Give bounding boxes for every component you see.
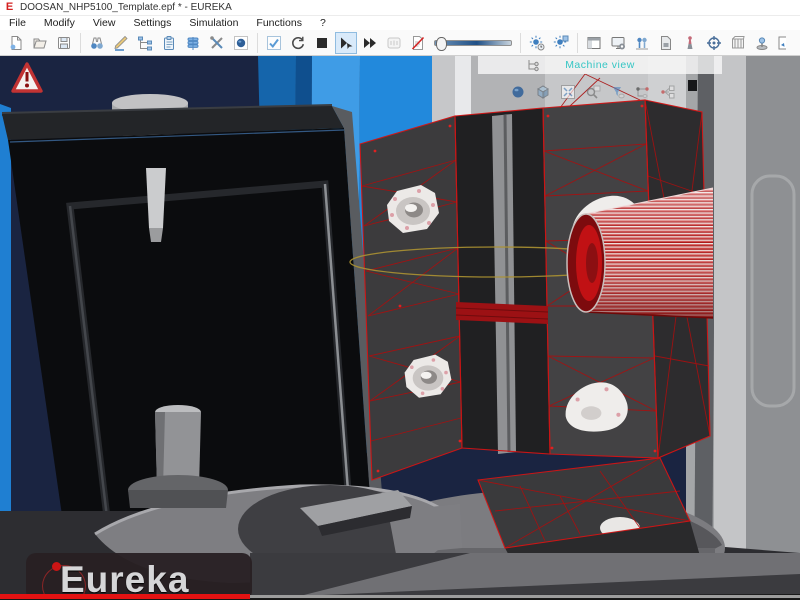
stop-button[interactable]	[311, 32, 333, 54]
fast-forward-button[interactable]	[359, 32, 381, 54]
new-document-button[interactable]	[5, 32, 27, 54]
machine-settings-button[interactable]	[607, 32, 629, 54]
tools-button[interactable]	[206, 32, 228, 54]
jog-control-button[interactable]	[751, 32, 773, 54]
toolbar-separator	[257, 33, 258, 53]
document-button[interactable]	[655, 32, 677, 54]
machine-viewport[interactable]: Machine view Eureka	[0, 56, 800, 600]
toolbar-separator	[520, 33, 521, 53]
hold-button-disabled	[383, 32, 405, 54]
origin-target-button[interactable]	[703, 32, 725, 54]
export-button-clipped[interactable]	[775, 32, 787, 54]
edit-button[interactable]	[110, 32, 132, 54]
progress-remaining	[250, 595, 800, 598]
menu-functions[interactable]: Functions	[247, 17, 311, 29]
main-toolbar	[0, 30, 800, 56]
menu-simulation[interactable]: Simulation	[180, 17, 247, 29]
slider-knob[interactable]	[436, 37, 447, 51]
menu-settings[interactable]: Settings	[124, 17, 180, 29]
tree-view-button[interactable]	[134, 32, 156, 54]
layers-button[interactable]	[182, 32, 204, 54]
play-button[interactable]	[335, 32, 357, 54]
error-report-button[interactable]	[407, 32, 429, 54]
window-title: DOOSAN_NHP5100_Template.epf * - EUREKA	[20, 2, 232, 13]
cube-view-icon[interactable]	[533, 82, 553, 102]
view-label: Machine view	[478, 59, 722, 71]
menu-view[interactable]: View	[84, 17, 125, 29]
clipboard-button[interactable]	[158, 32, 180, 54]
speed-slider[interactable]	[434, 34, 512, 52]
save-button[interactable]	[53, 32, 75, 54]
fixture-cage-button[interactable]	[727, 32, 749, 54]
toolbar-separator	[577, 33, 578, 53]
autocheck-checkbox[interactable]	[263, 32, 285, 54]
eureka-app-window: E DOOSAN_NHP5100_Template.epf * - EUREKA…	[0, 0, 800, 600]
find-tool-button[interactable]	[86, 32, 108, 54]
clip-view-icon[interactable]	[608, 82, 628, 102]
control-panel-button[interactable]	[583, 32, 605, 54]
open-button[interactable]	[29, 32, 51, 54]
machine-3d-scene	[0, 56, 800, 600]
fit-view-icon[interactable]	[558, 82, 578, 102]
menu-help[interactable]: ?	[311, 17, 335, 29]
isometric-sphere-icon[interactable]	[508, 82, 528, 102]
machine-view-header: Machine view	[478, 56, 722, 74]
simulation-settings-button[interactable]	[526, 32, 548, 54]
sphere-button[interactable]	[230, 32, 252, 54]
measure-point-icon[interactable]	[658, 82, 678, 102]
measure-distance-icon[interactable]	[633, 82, 653, 102]
floor-front-shadow	[250, 553, 800, 600]
titlebar: E DOOSAN_NHP5100_Template.epf * - EUREKA	[0, 0, 800, 16]
zoom-window-icon[interactable]	[583, 82, 603, 102]
warning-triangle-icon[interactable]	[10, 61, 44, 95]
menubar: File Modify View Settings Simulation Fun…	[0, 16, 800, 30]
eureka-logo: Eureka	[26, 553, 252, 600]
tool-manager-button[interactable]	[631, 32, 653, 54]
probe-button[interactable]	[679, 32, 701, 54]
reset-button[interactable]	[287, 32, 309, 54]
menu-modify[interactable]: Modify	[35, 17, 84, 29]
eureka-app-icon: E	[4, 2, 15, 13]
render-settings-button[interactable]	[550, 32, 572, 54]
menu-file[interactable]: File	[0, 17, 35, 29]
view-toolbar	[508, 82, 678, 102]
toolbar-separator	[80, 33, 81, 53]
